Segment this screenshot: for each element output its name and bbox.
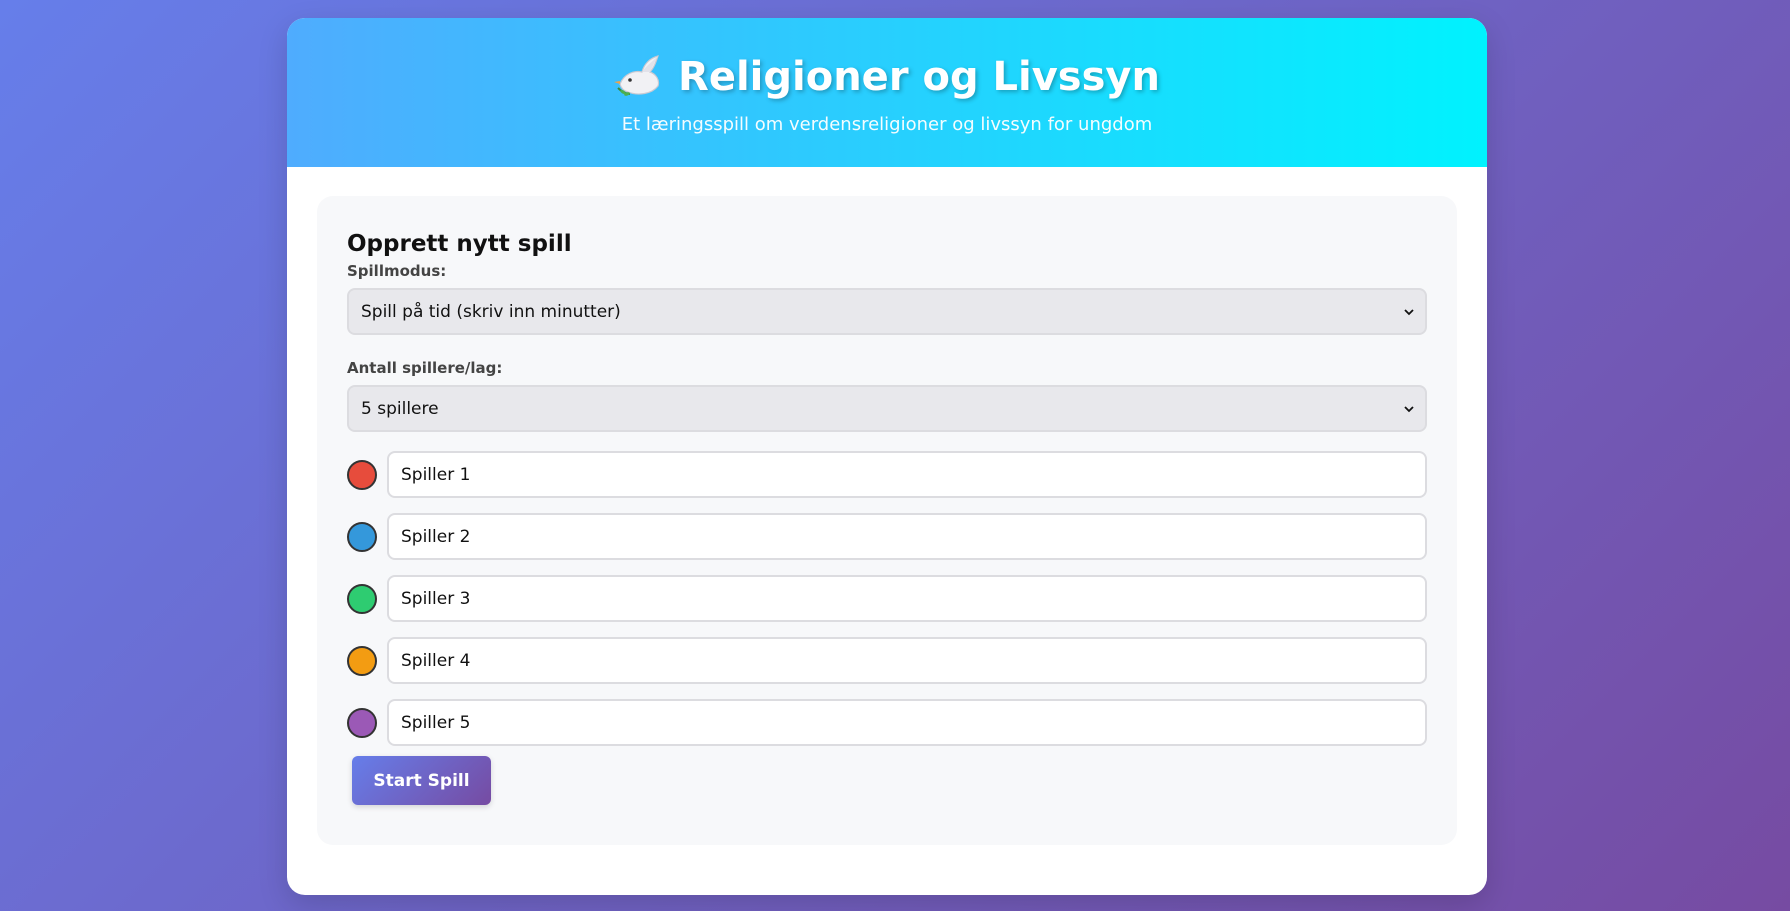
header-banner: Religioner og Livssyn Et læringsspill om… [287, 18, 1487, 167]
dove-icon [614, 54, 664, 100]
chevron-down-icon [1404, 405, 1414, 412]
player-color-dot [347, 459, 377, 490]
player-color-dot [347, 645, 377, 676]
player-name-input[interactable] [387, 575, 1427, 622]
start-game-button[interactable]: Start Spill [352, 756, 491, 805]
game-mode-select[interactable]: Spill på tid (skriv inn minutter) [347, 288, 1427, 335]
page-subtitle: Et læringsspill om verdensreligioner og … [621, 114, 1153, 135]
panel-heading: Opprett nytt spill [347, 231, 572, 257]
player-count-value: 5 spillere [361, 398, 439, 419]
player-row [347, 575, 1427, 622]
player-color-dot [347, 521, 377, 552]
main-card: Religioner og Livssyn Et læringsspill om… [287, 18, 1487, 895]
player-color-dot [347, 707, 377, 738]
page-title-row: Religioner og Livssyn [287, 18, 1487, 104]
player-name-input[interactable] [387, 637, 1427, 684]
player-row [347, 637, 1427, 684]
player-count-select[interactable]: 5 spillere [347, 385, 1427, 432]
create-game-panel: Opprett nytt spill Spillmodus: Spill på … [317, 196, 1457, 845]
game-mode-value: Spill på tid (skriv inn minutter) [361, 301, 621, 322]
player-list [347, 451, 1427, 746]
player-row [347, 451, 1427, 498]
page-title: Religioner og Livssyn [678, 54, 1160, 100]
chevron-down-icon [1404, 308, 1414, 315]
player-name-input[interactable] [387, 451, 1427, 498]
player-name-input[interactable] [387, 513, 1427, 560]
player-color-dot [347, 583, 377, 614]
player-row [347, 699, 1427, 746]
player-name-input[interactable] [387, 699, 1427, 746]
game-mode-label: Spillmodus: [347, 262, 447, 280]
player-row [347, 513, 1427, 560]
player-count-label: Antall spillere/lag: [347, 359, 503, 377]
